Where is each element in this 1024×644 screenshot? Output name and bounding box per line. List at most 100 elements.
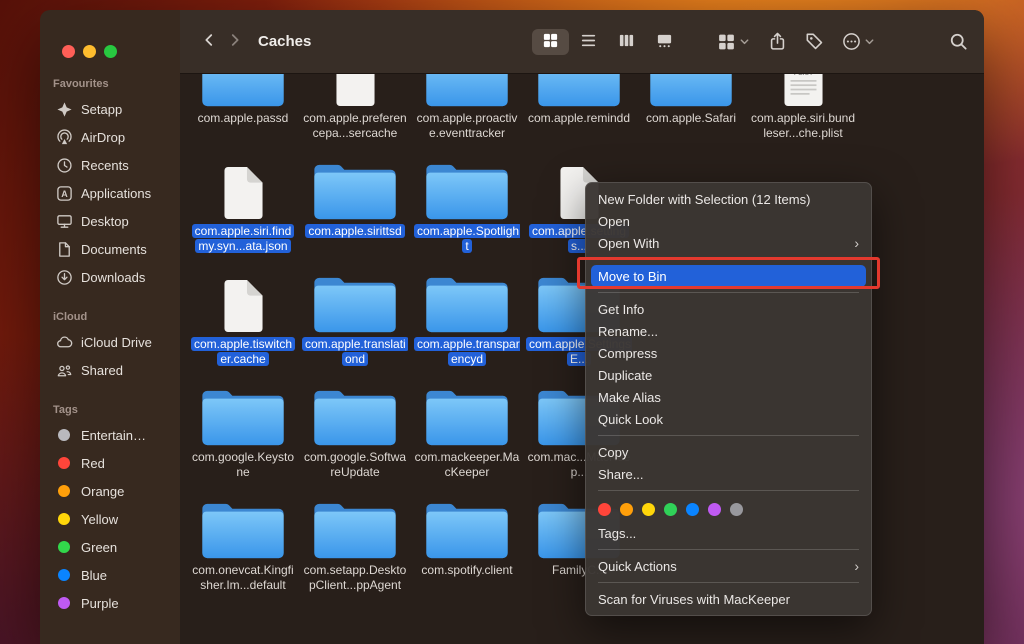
sidebar-item-entertain[interactable]: Entertain… bbox=[40, 421, 180, 449]
tag-color-option[interactable] bbox=[642, 503, 655, 516]
sidebar-item-airdrop[interactable]: AirDrop bbox=[40, 123, 180, 151]
sidebar-item-label: Applications bbox=[81, 186, 151, 201]
tags-icon bbox=[805, 32, 824, 51]
tag-color-option[interactable] bbox=[708, 503, 721, 516]
view-mode-gallery-view[interactable] bbox=[646, 29, 683, 55]
file-item-label: com.apple.proactive.eventtracker bbox=[414, 111, 520, 141]
sidebar-item-shared[interactable]: Shared bbox=[40, 356, 180, 384]
shared-folder-icon bbox=[55, 361, 73, 379]
menu-item-quick-actions[interactable]: Quick Actions› bbox=[591, 555, 866, 577]
menu-item-compress[interactable]: Compress bbox=[591, 342, 866, 364]
group-button[interactable] bbox=[717, 32, 750, 51]
file-item-com-apple-spotlight[interactable]: com.apple.Spotlight bbox=[411, 155, 523, 268]
file-item-com-apple-remindd[interactable]: com.apple.remindd bbox=[523, 74, 635, 155]
sidebar-item-orange[interactable]: Orange bbox=[40, 477, 180, 505]
file-item-label: com.apple.translationd bbox=[302, 337, 408, 367]
file-item-com-spotify-client[interactable]: com.spotify.client bbox=[411, 494, 523, 607]
sidebar-item-applications[interactable]: A Applications bbox=[40, 179, 180, 207]
file-grid-row: com.apple.passd com.apple.preferencepa...… bbox=[187, 74, 984, 155]
minimize-button[interactable] bbox=[83, 45, 96, 58]
view-mode-column-view[interactable] bbox=[608, 29, 645, 55]
menu-item-share[interactable]: Share... bbox=[591, 463, 866, 485]
file-item-label: com.apple.siri.bundleser...che.plist bbox=[750, 111, 856, 141]
file-icon bbox=[333, 74, 378, 108]
menu-item-get-info[interactable]: Get Info bbox=[591, 298, 866, 320]
sidebar-item-icloud-drive[interactable]: iCloud Drive bbox=[40, 328, 180, 356]
menu-item-new-folder-with-selection-12-items[interactable]: New Folder with Selection (12 Items) bbox=[591, 188, 866, 210]
sidebar-item-documents[interactable]: Documents bbox=[40, 235, 180, 263]
tag-color-option[interactable] bbox=[686, 503, 699, 516]
sidebar-item-recents[interactable]: Recents bbox=[40, 151, 180, 179]
file-item-label: com.apple.sirittsd bbox=[305, 224, 404, 239]
search-button[interactable] bbox=[949, 32, 968, 51]
sidebar-item-label: Green bbox=[81, 540, 117, 555]
file-item-com-apple-preferencepa-sercache[interactable]: com.apple.preferencepa...sercache bbox=[299, 74, 411, 155]
file-icon bbox=[221, 155, 266, 221]
sidebar-sections: FavouritesSetappAirDropRecentsAApplicati… bbox=[40, 78, 180, 617]
menu-item-open-with[interactable]: Open With› bbox=[591, 232, 866, 254]
file-item-com-apple-passd[interactable]: com.apple.passd bbox=[187, 74, 299, 155]
menu-item-quick-look[interactable]: Quick Look bbox=[591, 408, 866, 430]
share-button[interactable] bbox=[768, 32, 787, 51]
file-item-label: com.apple.preferencepa...sercache bbox=[302, 111, 408, 141]
close-button[interactable] bbox=[62, 45, 75, 58]
menu-item-label: Compress bbox=[598, 346, 859, 361]
chevron-down-icon bbox=[739, 36, 750, 47]
window-controls bbox=[40, 10, 180, 58]
sidebar-item-red[interactable]: Red bbox=[40, 449, 180, 477]
tags-button[interactable] bbox=[805, 32, 824, 51]
sidebar-item-label: Red bbox=[81, 456, 105, 471]
file-item-com-onevcat-kingfisher-im-default[interactable]: com.onevcat.Kingfisher.Im...default bbox=[187, 494, 299, 607]
tag-color-option[interactable] bbox=[730, 503, 743, 516]
menu-item-open[interactable]: Open bbox=[591, 210, 866, 232]
menu-item-move-to-bin[interactable]: Move to Bin bbox=[591, 265, 866, 287]
tag-color-option[interactable] bbox=[620, 503, 633, 516]
view-mode-icon-view[interactable] bbox=[532, 29, 569, 55]
file-item-com-google-keystone[interactable]: com.google.Keystone bbox=[187, 381, 299, 494]
menu-separator bbox=[598, 435, 859, 436]
back-button[interactable] bbox=[196, 28, 222, 56]
menu-item-rename[interactable]: Rename... bbox=[591, 320, 866, 342]
file-item-com-setapp-desktopclient-ppagent[interactable]: com.setapp.DesktopClient...ppAgent bbox=[299, 494, 411, 607]
tag-color-option[interactable] bbox=[598, 503, 611, 516]
sidebar-item-yellow[interactable]: Yellow bbox=[40, 505, 180, 533]
sidebar-item-label: Blue bbox=[81, 568, 107, 583]
menu-item-copy[interactable]: Copy bbox=[591, 441, 866, 463]
sidebar-item-green[interactable]: Green bbox=[40, 533, 180, 561]
file-item-com-apple-translationd[interactable]: com.apple.translationd bbox=[299, 268, 411, 381]
file-item-com-apple-sirittsd[interactable]: com.apple.sirittsd bbox=[299, 155, 411, 268]
sidebar-item-desktop[interactable]: Desktop bbox=[40, 207, 180, 235]
sidebar-item-purple[interactable]: Purple bbox=[40, 589, 180, 617]
menu-item-duplicate[interactable]: Duplicate bbox=[591, 364, 866, 386]
file-item-com-apple-safari[interactable]: com.apple.Safari bbox=[635, 74, 747, 155]
file-item-label: com.mackeeper.MacKeeper bbox=[414, 450, 520, 480]
menu-item-label: Share... bbox=[598, 467, 859, 482]
zoom-button[interactable] bbox=[104, 45, 117, 58]
forward-button[interactable] bbox=[222, 28, 248, 56]
more-button[interactable] bbox=[842, 32, 875, 51]
file-item-com-mackeeper-mackeeper[interactable]: com.mackeeper.MacKeeper bbox=[411, 381, 523, 494]
context-menu: New Folder with Selection (12 Items)Open… bbox=[585, 182, 872, 616]
file-item-com-apple-proactive-eventtracker[interactable]: com.apple.proactive.eventtracker bbox=[411, 74, 523, 155]
menu-item-tags[interactable]: Tags... bbox=[591, 522, 866, 544]
svg-text:A: A bbox=[61, 188, 68, 198]
clock-icon bbox=[55, 156, 73, 174]
menu-item-scan-for-viruses-with-mackeeper[interactable]: Scan for Viruses with MacKeeper bbox=[591, 588, 866, 610]
tag-color-option[interactable] bbox=[664, 503, 677, 516]
file-item-label: com.apple.passd bbox=[198, 111, 289, 126]
file-item-com-apple-siri-findmy-syn-ata-json[interactable]: com.apple.siri.findmy.syn...ata.json bbox=[187, 155, 299, 268]
gallery-view-icon bbox=[656, 32, 673, 52]
file-item-com-google-softwareupdate[interactable]: com.google.SoftwareUpdate bbox=[299, 381, 411, 494]
sidebar-item-setapp[interactable]: Setapp bbox=[40, 95, 180, 123]
sidebar-item-downloads[interactable]: Downloads bbox=[40, 263, 180, 291]
view-mode-list-view[interactable] bbox=[570, 29, 607, 55]
search-icon bbox=[949, 32, 968, 51]
file-item-com-apple-transparencyd[interactable]: com.apple.transparencyd bbox=[411, 268, 523, 381]
folder-icon bbox=[424, 381, 510, 447]
menu-item-make-alias[interactable]: Make Alias bbox=[591, 386, 866, 408]
sidebar-item-blue[interactable]: Blue bbox=[40, 561, 180, 589]
menu-tag-colors bbox=[591, 496, 866, 522]
menu-item-label: Move to Bin bbox=[598, 269, 859, 284]
file-item-com-apple-tiswitcher-cache[interactable]: com.apple.tiswitcher.cache bbox=[187, 268, 299, 381]
file-item-com-apple-siri-bundleser-che-plist[interactable]: PLISTcom.apple.siri.bundleser...che.plis… bbox=[747, 74, 859, 155]
